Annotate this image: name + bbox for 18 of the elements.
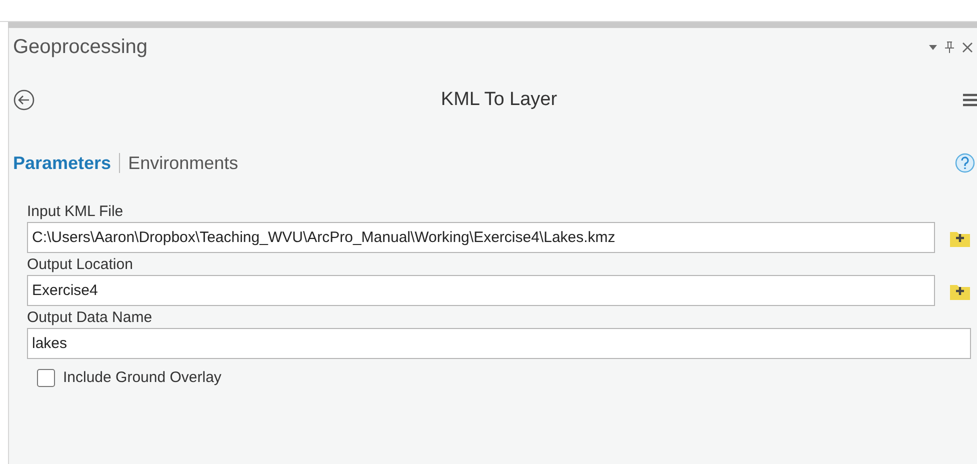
field-label: Output Data Name: [27, 308, 152, 328]
checkbox[interactable]: [37, 369, 55, 388]
pane-title: Geoprocessing: [13, 35, 148, 60]
input-field[interactable]: C:\Users\Aaron\Dropbox\Teaching_WVU\ArcPro_Manual\Working\Exercise4\Lakes.kmz: [27, 222, 935, 253]
dropdown-icon[interactable]: [929, 44, 937, 50]
back-icon[interactable]: [13, 89, 35, 111]
tool-title: KML To Layer: [440, 88, 558, 112]
field-label: Output Location: [27, 255, 133, 275]
field-label: Input KML File: [27, 202, 124, 222]
menu-icon[interactable]: [963, 93, 977, 107]
input-field[interactable]: Exercise4: [27, 275, 935, 306]
pin-icon[interactable]: [945, 41, 954, 53]
tab[interactable]: Parameters: [13, 150, 112, 176]
checkbox-label: Include Ground Overlay: [63, 368, 222, 388]
close-icon[interactable]: [962, 42, 973, 52]
input-field[interactable]: lakes: [27, 328, 971, 359]
tab[interactable]: Environments: [128, 150, 238, 176]
help-icon[interactable]: [955, 153, 975, 173]
